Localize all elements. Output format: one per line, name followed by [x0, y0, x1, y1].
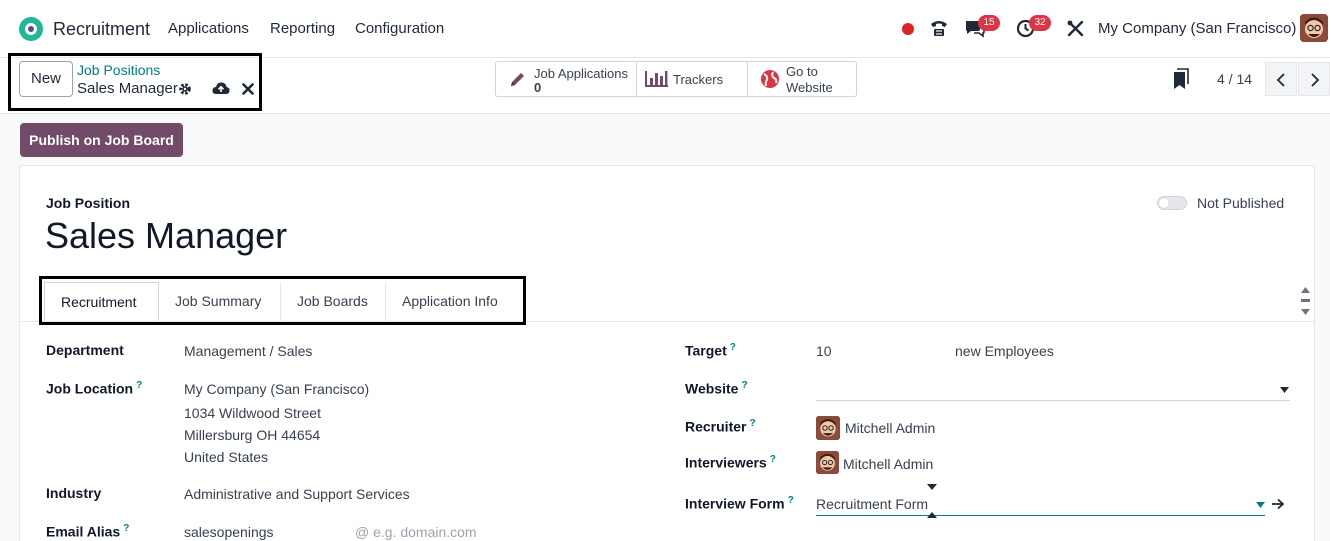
- department-field[interactable]: Management / Sales: [184, 343, 312, 359]
- industry-field[interactable]: Administrative and Support Services: [184, 486, 410, 502]
- publish-state-label: Not Published: [1197, 195, 1285, 211]
- scroll-arrows-icon: [1301, 287, 1310, 315]
- website-dropdown-caret-icon[interactable]: [1280, 387, 1289, 393]
- cloud-upload-icon[interactable]: [212, 81, 230, 96]
- go-to-website-smart-button[interactable]: Go to Website: [748, 62, 856, 96]
- recruiter-field[interactable]: Mitchell Admin: [845, 420, 935, 436]
- email-alias-help-icon[interactable]: ?: [123, 523, 129, 534]
- recruiter-label: Recruiter?: [685, 418, 756, 435]
- app-name[interactable]: Recruitment: [53, 19, 150, 40]
- recruiter-face-icon: [816, 416, 840, 440]
- interviewer-avatar: [816, 451, 839, 474]
- publish-toggle[interactable]: [1157, 196, 1187, 210]
- scroll-indicator[interactable]: [1300, 285, 1311, 323]
- target-label: Target?: [685, 342, 736, 359]
- job-applications-smart-button[interactable]: Job Applications 0: [496, 62, 637, 96]
- interviewers-label: Interviewers?: [685, 454, 776, 471]
- pager-previous-button[interactable]: [1265, 62, 1297, 96]
- menu-configuration[interactable]: Configuration: [355, 20, 444, 37]
- interviewer-tag[interactable]: Mitchell Admin: [843, 456, 933, 472]
- website-label-line2: Website: [786, 80, 833, 95]
- messages-badge: 15: [978, 15, 1000, 31]
- activities-badge: 32: [1029, 15, 1051, 31]
- interview-form-label: Interview Form?: [685, 495, 794, 512]
- interview-form-underline: [816, 515, 1265, 516]
- gear-icon[interactable]: [178, 82, 192, 96]
- chevron-left-icon: [1276, 73, 1285, 87]
- email-alias-field[interactable]: salesopenings: [184, 524, 274, 540]
- tools-icon[interactable]: [1066, 19, 1085, 38]
- email-alias-label: Email Alias?: [46, 523, 130, 540]
- target-field[interactable]: 10: [816, 343, 832, 359]
- resize-handle-bottom-icon: [927, 512, 937, 518]
- breadcrumb-job-positions[interactable]: Job Positions: [77, 62, 160, 78]
- website-field[interactable]: [816, 400, 1290, 401]
- job-location-label: Job Location?: [46, 380, 143, 397]
- record-type-label: Job Position: [46, 195, 130, 211]
- phone-icon[interactable]: [929, 18, 949, 38]
- recording-indicator-icon[interactable]: [902, 23, 914, 35]
- breadcrumb-current: Sales Manager: [77, 80, 178, 97]
- bar-chart-icon: [645, 71, 668, 87]
- interview-form-help-icon[interactable]: ?: [788, 495, 794, 506]
- website-help-icon[interactable]: ?: [741, 380, 747, 391]
- menu-reporting[interactable]: Reporting: [270, 20, 335, 37]
- user-face-icon: [1300, 14, 1328, 42]
- pencil-icon: [511, 73, 524, 86]
- recruitment-app-icon[interactable]: [19, 17, 43, 41]
- job-location-line-4: United States: [184, 449, 269, 465]
- target-unit: new Employees: [955, 343, 1054, 359]
- recruiter-avatar: [816, 416, 840, 440]
- trackers-smart-button[interactable]: Trackers: [637, 62, 748, 96]
- website-label-line1: Go to: [786, 64, 818, 79]
- smart-buttons: Job Applications 0 Trackers Go to Websit…: [495, 61, 857, 97]
- interview-form-dropdown-caret-icon[interactable]: [1256, 502, 1265, 508]
- publish-on-job-board-button[interactable]: Publish on Job Board: [20, 123, 183, 157]
- discard-close-icon[interactable]: [242, 83, 254, 95]
- top-navbar: Recruitment Applications Reporting Confi…: [0, 0, 1330, 58]
- menu-applications[interactable]: Applications: [168, 20, 249, 37]
- interviewers-help-icon[interactable]: ?: [770, 454, 776, 465]
- recruiter-help-icon[interactable]: ?: [749, 418, 755, 429]
- job-location-line-3: Millersburg OH 44654: [184, 427, 321, 443]
- record-title[interactable]: Sales Manager: [45, 215, 287, 257]
- industry-label: Industry: [46, 485, 102, 501]
- job-location-help-icon[interactable]: ?: [136, 380, 142, 391]
- pager-value[interactable]: 4 / 14: [1217, 71, 1252, 87]
- target-help-icon[interactable]: ?: [730, 342, 736, 353]
- tabs-highlight-frame: [39, 276, 526, 325]
- trackers-label: Trackers: [673, 72, 724, 87]
- email-domain-field[interactable]: @ e.g. domain.com: [355, 524, 477, 540]
- company-switcher[interactable]: My Company (San Francisco): [1098, 20, 1296, 37]
- resize-handle-top-icon: [927, 484, 937, 490]
- chevron-right-icon: [1311, 73, 1320, 87]
- job-applications-label: Job Applications: [534, 66, 628, 81]
- user-avatar[interactable]: [1300, 14, 1328, 42]
- bookmark-icon[interactable]: [1173, 68, 1189, 90]
- job-location-line-2: 1034 Wildwood Street: [184, 405, 321, 421]
- website-label: Website?: [685, 380, 748, 397]
- job-location-line-1[interactable]: My Company (San Francisco): [184, 381, 369, 397]
- job-applications-count: 0: [534, 80, 542, 95]
- globe-icon: [761, 70, 779, 88]
- new-button[interactable]: New: [19, 61, 73, 97]
- pager-next-button[interactable]: [1298, 62, 1330, 96]
- department-label: Department: [46, 342, 124, 358]
- internal-link-arrow-icon[interactable]: [1271, 498, 1285, 510]
- interview-form-field[interactable]: Recruitment Form: [816, 496, 928, 512]
- interviewer-face-icon: [816, 451, 839, 474]
